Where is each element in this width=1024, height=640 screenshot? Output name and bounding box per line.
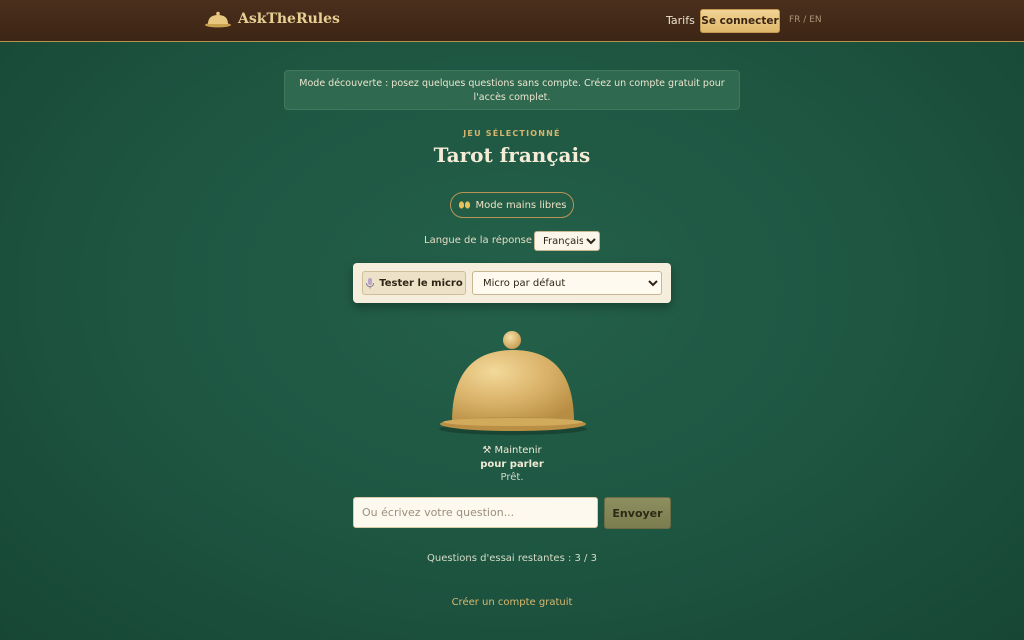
hands-free-label: Mode mains libres xyxy=(475,199,567,211)
push-to-talk-line2: pour parler xyxy=(480,459,544,470)
banner-text: Mode découverte : posez quelques questio… xyxy=(299,78,725,103)
push-to-talk-bell-button[interactable] xyxy=(438,328,588,436)
game-title: Tarot français xyxy=(433,143,591,167)
mic-panel: Tester le micro Micro par défaut xyxy=(353,263,671,303)
microphone-icon xyxy=(366,278,375,289)
question-input[interactable] xyxy=(353,497,598,528)
status-text: Prêt. xyxy=(500,472,524,483)
selected-game-label: JEU SÉLECTIONNÉ xyxy=(463,129,561,138)
test-mic-button[interactable]: Tester le micro xyxy=(362,271,466,295)
response-language-label: Langue de la réponse : xyxy=(424,235,539,246)
response-language-select[interactable]: Français xyxy=(534,231,600,251)
brand-name: AskTheRules xyxy=(238,11,340,27)
mic-device-select[interactable]: Micro par défaut xyxy=(472,271,662,295)
create-account-link[interactable]: Créer un compte gratuit xyxy=(0,597,1024,608)
service-bell-icon xyxy=(205,11,231,28)
test-mic-label: Tester le micro xyxy=(379,277,463,289)
send-button[interactable]: Envoyer xyxy=(604,497,671,529)
brand-logo-link[interactable]: AskTheRules xyxy=(204,8,340,30)
hammer-icon: ⚒ xyxy=(482,445,492,456)
remaining-questions-text: Questions d'essai restantes : 3 / 3 xyxy=(427,553,597,564)
hands-icon xyxy=(458,201,470,209)
nav-link-tarifs[interactable]: Tarifs xyxy=(666,14,695,27)
language-switch[interactable]: FR / EN xyxy=(789,15,822,25)
discovery-mode-banner: Mode découverte : posez quelques questio… xyxy=(284,70,740,110)
top-bar: AskTheRules Tarifs Se connecter FR / EN xyxy=(0,0,1024,42)
login-button[interactable]: Se connecter xyxy=(700,9,780,33)
push-to-talk-label: ⚒ Maintenir pour parler xyxy=(0,444,1024,472)
hands-free-mode-button[interactable]: Mode mains libres xyxy=(450,192,574,218)
push-to-talk-line1: Maintenir xyxy=(494,445,542,456)
